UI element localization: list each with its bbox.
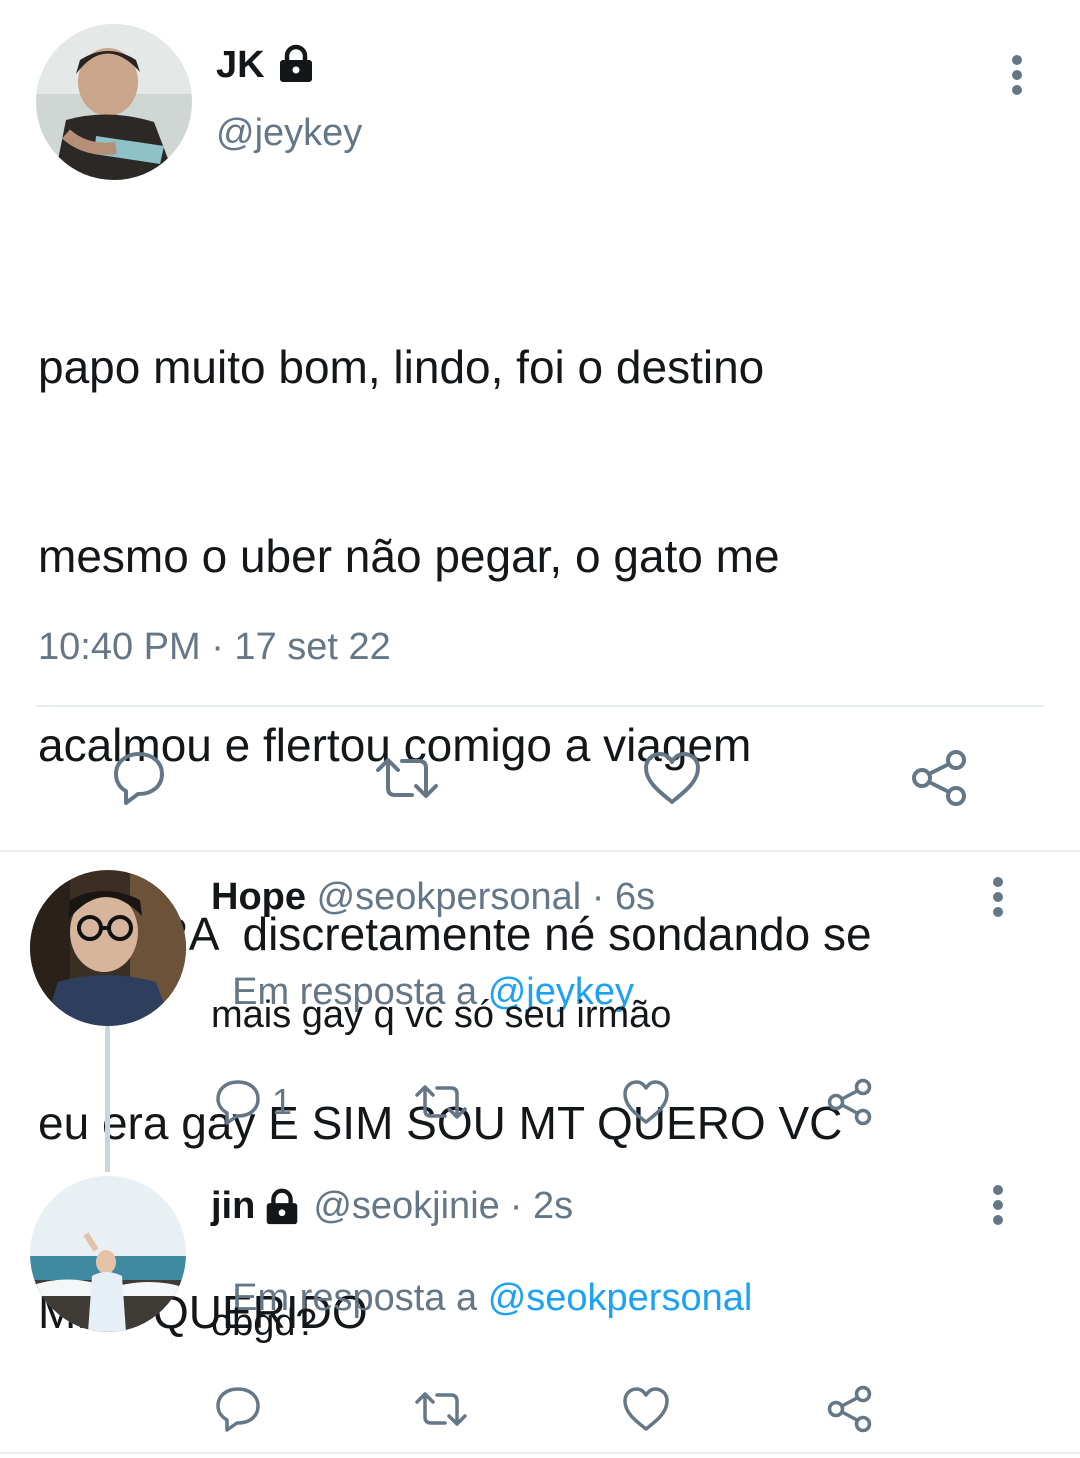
- lock-icon: [261, 1186, 303, 1228]
- more-options-icon[interactable]: [983, 876, 1013, 920]
- author-avatar[interactable]: [36, 24, 192, 180]
- thread-line: [105, 1026, 110, 1172]
- share-button[interactable]: [824, 1383, 876, 1435]
- reply-avatar[interactable]: [30, 870, 186, 1026]
- like-button[interactable]: [620, 1077, 672, 1127]
- tweet-text-line: mesmo o uber não pegar, o gato me: [38, 530, 780, 582]
- share-button[interactable]: [908, 746, 972, 810]
- retweet-icon: [412, 1077, 470, 1127]
- author-handle[interactable]: @jeykey: [216, 112, 362, 155]
- like-icon: [640, 748, 704, 808]
- reply-icon: [212, 1077, 264, 1127]
- reply-icon: [108, 748, 170, 808]
- reply-icon: [212, 1384, 264, 1434]
- reply-author-name[interactable]: Hope: [211, 876, 306, 918]
- reply-time[interactable]: · 2s: [510, 1185, 573, 1228]
- reply-author-handle[interactable]: @seokpersonal: [317, 876, 582, 918]
- author-name[interactable]: JK: [216, 44, 265, 87]
- retweet-icon: [412, 1384, 470, 1434]
- reply-header: jin @seokjinie · 2s: [211, 1185, 573, 1228]
- reply-button[interactable]: [212, 1384, 272, 1434]
- reply-header: Hope @seokpersonal · 6s: [211, 876, 655, 919]
- share-icon: [908, 746, 972, 810]
- share-icon: [824, 1076, 876, 1128]
- share-icon: [824, 1383, 876, 1435]
- tweet-text-line: papo muito bom, lindo, foi o destino: [38, 341, 765, 393]
- reply-button[interactable]: [108, 748, 170, 808]
- tweet-timestamp[interactable]: 10:40 PM · 17 set 22: [38, 626, 391, 669]
- divider: [0, 1452, 1080, 1454]
- reply-text: obgd?: [211, 1302, 317, 1344]
- more-options-icon[interactable]: [983, 1184, 1013, 1228]
- like-button[interactable]: [640, 748, 704, 808]
- reply-time[interactable]: · 6s: [592, 876, 655, 918]
- retweet-button[interactable]: [412, 1077, 470, 1127]
- reply-button[interactable]: 1: [212, 1077, 292, 1127]
- retweet-button[interactable]: [412, 1384, 470, 1434]
- reply-text: mais gay q vc só seu irmão: [211, 994, 672, 1036]
- lock-icon: [274, 42, 318, 91]
- like-icon: [620, 1077, 672, 1127]
- retweet-button[interactable]: [372, 748, 442, 808]
- retweet-icon: [372, 748, 442, 808]
- share-button[interactable]: [824, 1076, 876, 1128]
- reply-avatar[interactable]: [30, 1176, 186, 1332]
- like-button[interactable]: [620, 1384, 672, 1434]
- more-options-icon[interactable]: [1002, 54, 1032, 98]
- divider: [36, 705, 1044, 707]
- reply-count: 1: [272, 1081, 293, 1122]
- reply-to-handle[interactable]: @seokpersonal: [488, 1277, 753, 1319]
- like-icon: [620, 1384, 672, 1434]
- divider: [0, 850, 1080, 852]
- reply-author-handle[interactable]: @seokjinie: [313, 1185, 499, 1228]
- reply-author-name[interactable]: jin: [211, 1185, 255, 1228]
